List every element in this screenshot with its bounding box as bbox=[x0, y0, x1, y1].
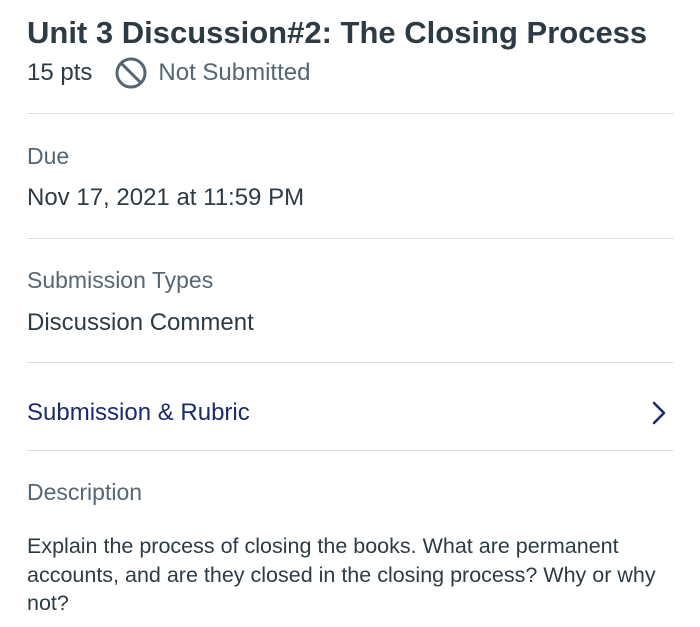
assignment-meta: 15 pts Not Submitted bbox=[27, 56, 674, 90]
submission-rubric-link[interactable]: Submission & Rubric bbox=[27, 392, 674, 434]
status-text: Not Submitted bbox=[158, 59, 311, 86]
chevron-right-icon bbox=[652, 401, 666, 425]
divider bbox=[27, 113, 674, 114]
points-label: 15 pts bbox=[27, 59, 93, 86]
submission-types-value: Discussion Comment bbox=[27, 309, 254, 336]
not-submitted-icon bbox=[115, 57, 147, 89]
assignment-header: Unit 3 Discussion#2: The Closing Process… bbox=[27, 14, 674, 90]
assignment-title: Unit 3 Discussion#2: The Closing Process bbox=[27, 15, 648, 50]
submission-types-label: Submission Types bbox=[27, 267, 214, 293]
due-label: Due bbox=[27, 143, 70, 169]
submission-rubric-label: Submission & Rubric bbox=[27, 399, 250, 426]
divider bbox=[27, 238, 674, 239]
description-label: Description bbox=[27, 479, 143, 505]
divider bbox=[27, 362, 674, 363]
divider bbox=[27, 450, 674, 451]
due-date: Nov 17, 2021 at 11:59 PM bbox=[27, 184, 305, 211]
description-text: Explain the process of closing the books… bbox=[27, 534, 656, 615]
submission-status: Not Submitted bbox=[114, 56, 310, 90]
